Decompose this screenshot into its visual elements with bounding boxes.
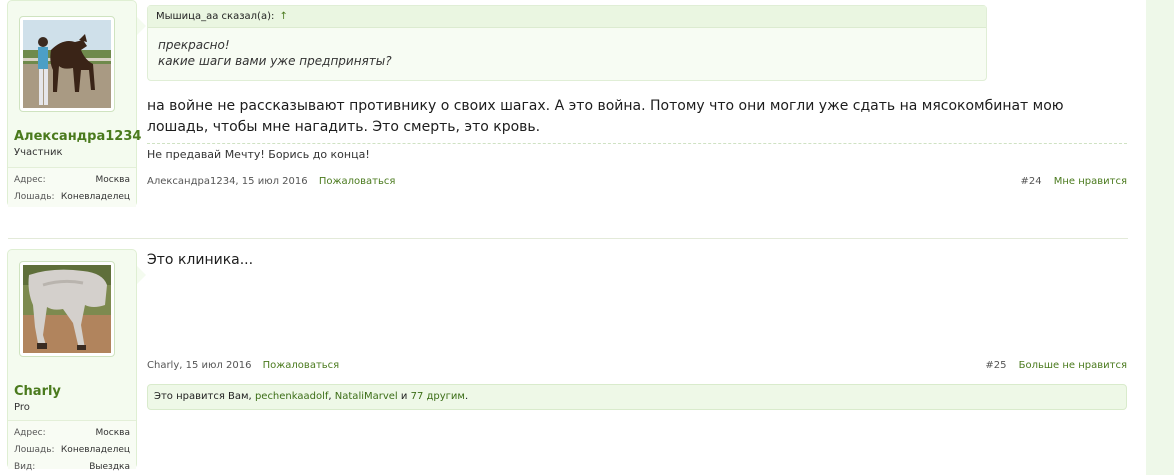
info-row-address: Адрес: Москва — [14, 172, 130, 189]
avatar-image-grey-horse — [23, 265, 111, 353]
user-card: Charly Pro Адрес: Москва Лошадь: Коневла… — [7, 249, 146, 472]
quote-line: какие шаги вами уже предприняты? — [158, 54, 392, 68]
like-link[interactable]: Мне нравится — [1054, 176, 1127, 187]
info-row-discipline: Вид: Выездка — [14, 459, 130, 475]
user-card: Александра1234 Участник Адрес: Москва Ло… — [7, 0, 146, 207]
post-number[interactable]: #25 — [985, 360, 1006, 371]
forum-post: Александра1234 Участник Адрес: Москва Ло… — [0, 0, 1130, 230]
likes-summary: Это нравится Вам, pechenkaadolf, NataliM… — [147, 384, 1127, 410]
info-row-address: Адрес: Москва — [14, 425, 130, 442]
avatar[interactable] — [19, 16, 115, 112]
post-number[interactable]: #24 — [1020, 176, 1041, 187]
info-value: Москва — [95, 175, 130, 185]
username[interactable]: Charly — [14, 384, 61, 399]
post-meta: Charly, 15 июл 2016 Пожаловаться #25 Бол… — [147, 358, 1127, 374]
user-info: Адрес: Москва Лошадь: Коневладелец — [8, 167, 136, 207]
avatar-image-horse-and-rider — [23, 20, 111, 108]
info-value: Выездка — [89, 462, 130, 472]
quote-body: прекрасно! какие шаги вами уже предприня… — [148, 28, 986, 78]
message-text: Это клиника... — [147, 252, 254, 268]
post-meta: Александра1234, 15 июл 2016 Пожаловаться… — [147, 174, 1127, 190]
likes-end: . — [464, 391, 469, 402]
message-text: на войне не рассказывают противнику о св… — [147, 98, 1064, 135]
liker-link[interactable]: NataliMarvel — [335, 391, 398, 402]
user-title: Участник — [14, 147, 63, 158]
info-key: Адрес: — [14, 428, 46, 438]
likes-and: и — [400, 391, 408, 402]
info-row-horse: Лошадь: Коневладелец — [14, 189, 130, 206]
post-actions: #25 Больше не нравится — [985, 358, 1127, 374]
report-link[interactable]: Пожаловаться — [319, 176, 396, 187]
liker-link[interactable]: pechenkaadolf — [255, 391, 328, 402]
arrow-up-icon[interactable]: ↑ — [280, 11, 288, 22]
byline[interactable]: Александра1234, 15 июл 2016 — [147, 176, 308, 187]
user-title: Pro — [14, 402, 30, 413]
likes-separator: , — [328, 391, 332, 402]
info-key: Вид: — [14, 462, 36, 472]
page-side-band — [1146, 0, 1174, 475]
report-link[interactable]: Пожаловаться — [263, 360, 340, 371]
username[interactable]: Александра1234 — [14, 129, 141, 144]
card-arrow — [137, 266, 146, 284]
forum-post: Charly Pro Адрес: Москва Лошадь: Коневла… — [0, 238, 1130, 475]
info-key: Адрес: — [14, 175, 46, 185]
quote-line: прекрасно! — [158, 38, 230, 52]
signature: Не предавай Мечту! Борись до конца! — [147, 143, 1127, 161]
info-key: Лошадь: — [14, 192, 55, 202]
likes-others-link[interactable]: 77 другим — [411, 391, 465, 402]
quote-block: Мышица_аа сказал(а): ↑ прекрасно! какие … — [147, 5, 987, 81]
likes-prefix: Это нравится Вам, — [154, 391, 252, 402]
info-value: Коневладелец — [60, 445, 130, 455]
quote-header: Мышица_аа сказал(а): ↑ — [148, 6, 986, 28]
quote-author: Мышица_аа сказал(а): — [156, 11, 275, 22]
byline[interactable]: Charly, 15 июл 2016 — [147, 360, 251, 371]
user-info: Адрес: Москва Лошадь: Коневладелец Вид: … — [8, 420, 136, 472]
avatar[interactable] — [19, 261, 115, 357]
unlike-link[interactable]: Больше не нравится — [1019, 360, 1127, 371]
post-actions: #24 Мне нравится — [1020, 174, 1127, 190]
info-value: Москва — [95, 428, 130, 438]
info-key: Лошадь: — [14, 445, 55, 455]
info-value: Коневладелец — [60, 192, 130, 202]
card-arrow — [137, 17, 146, 35]
info-row-horse: Лошадь: Коневладелец — [14, 442, 130, 459]
